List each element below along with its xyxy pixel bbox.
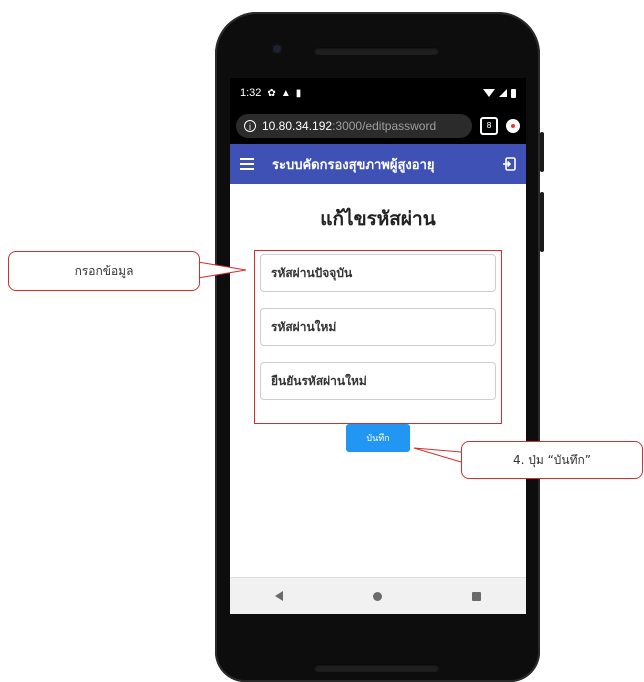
callout-save-button: 4. ปุ่ม “บันทึก” (461, 441, 643, 479)
menu-icon[interactable] (240, 158, 254, 170)
front-camera (273, 45, 281, 53)
battery-icon (511, 88, 516, 98)
android-nav-bar (230, 577, 526, 614)
callout-fill-info: กรอกข้อมูล (8, 251, 200, 291)
callout-save-text: 4. ปุ่ม “บันทึก” (512, 452, 592, 467)
info-icon[interactable]: i (244, 120, 256, 132)
top-speaker (314, 47, 439, 55)
url-bar[interactable]: i 10.80.34.192:3000/editpassword (236, 114, 472, 138)
save-button[interactable]: บันทึก (346, 424, 410, 452)
input-highlight-frame (254, 250, 502, 424)
callout-fill-text: กรอกข้อมูล (74, 263, 134, 278)
settings-icon: ✿ (267, 87, 276, 99)
signal-icon (499, 89, 507, 97)
browser-menu-icon[interactable] (506, 119, 520, 133)
url-host: 10.80.34.192 (262, 119, 333, 133)
url-path: :3000/editpassword (332, 119, 437, 133)
back-icon[interactable] (275, 591, 283, 601)
app-title: ระบบคัดกรองสุขภาพผู้สูงอายุ (272, 157, 435, 173)
wifi-icon (483, 89, 495, 97)
warning-icon: ▲ (280, 87, 291, 99)
sd-card-icon: ▮ (295, 87, 302, 99)
recent-apps-icon[interactable] (472, 591, 481, 601)
app-bar: ระบบคัดกรองสุขภาพผู้สูงอายุ (230, 144, 526, 184)
logout-icon[interactable] (502, 157, 516, 171)
volume-button (540, 132, 544, 172)
browser-toolbar: i 10.80.34.192:3000/editpassword 8 (230, 108, 526, 144)
status-bar: 1:32 ✿ ▲ ▮ (230, 78, 526, 108)
power-button (540, 192, 544, 252)
page-title: แก้ไขรหัสผ่าน (320, 208, 436, 230)
home-icon[interactable] (373, 591, 382, 601)
tab-switcher-icon[interactable]: 8 (480, 117, 498, 135)
bottom-speaker (314, 664, 439, 672)
status-time: 1:32 (240, 87, 262, 99)
